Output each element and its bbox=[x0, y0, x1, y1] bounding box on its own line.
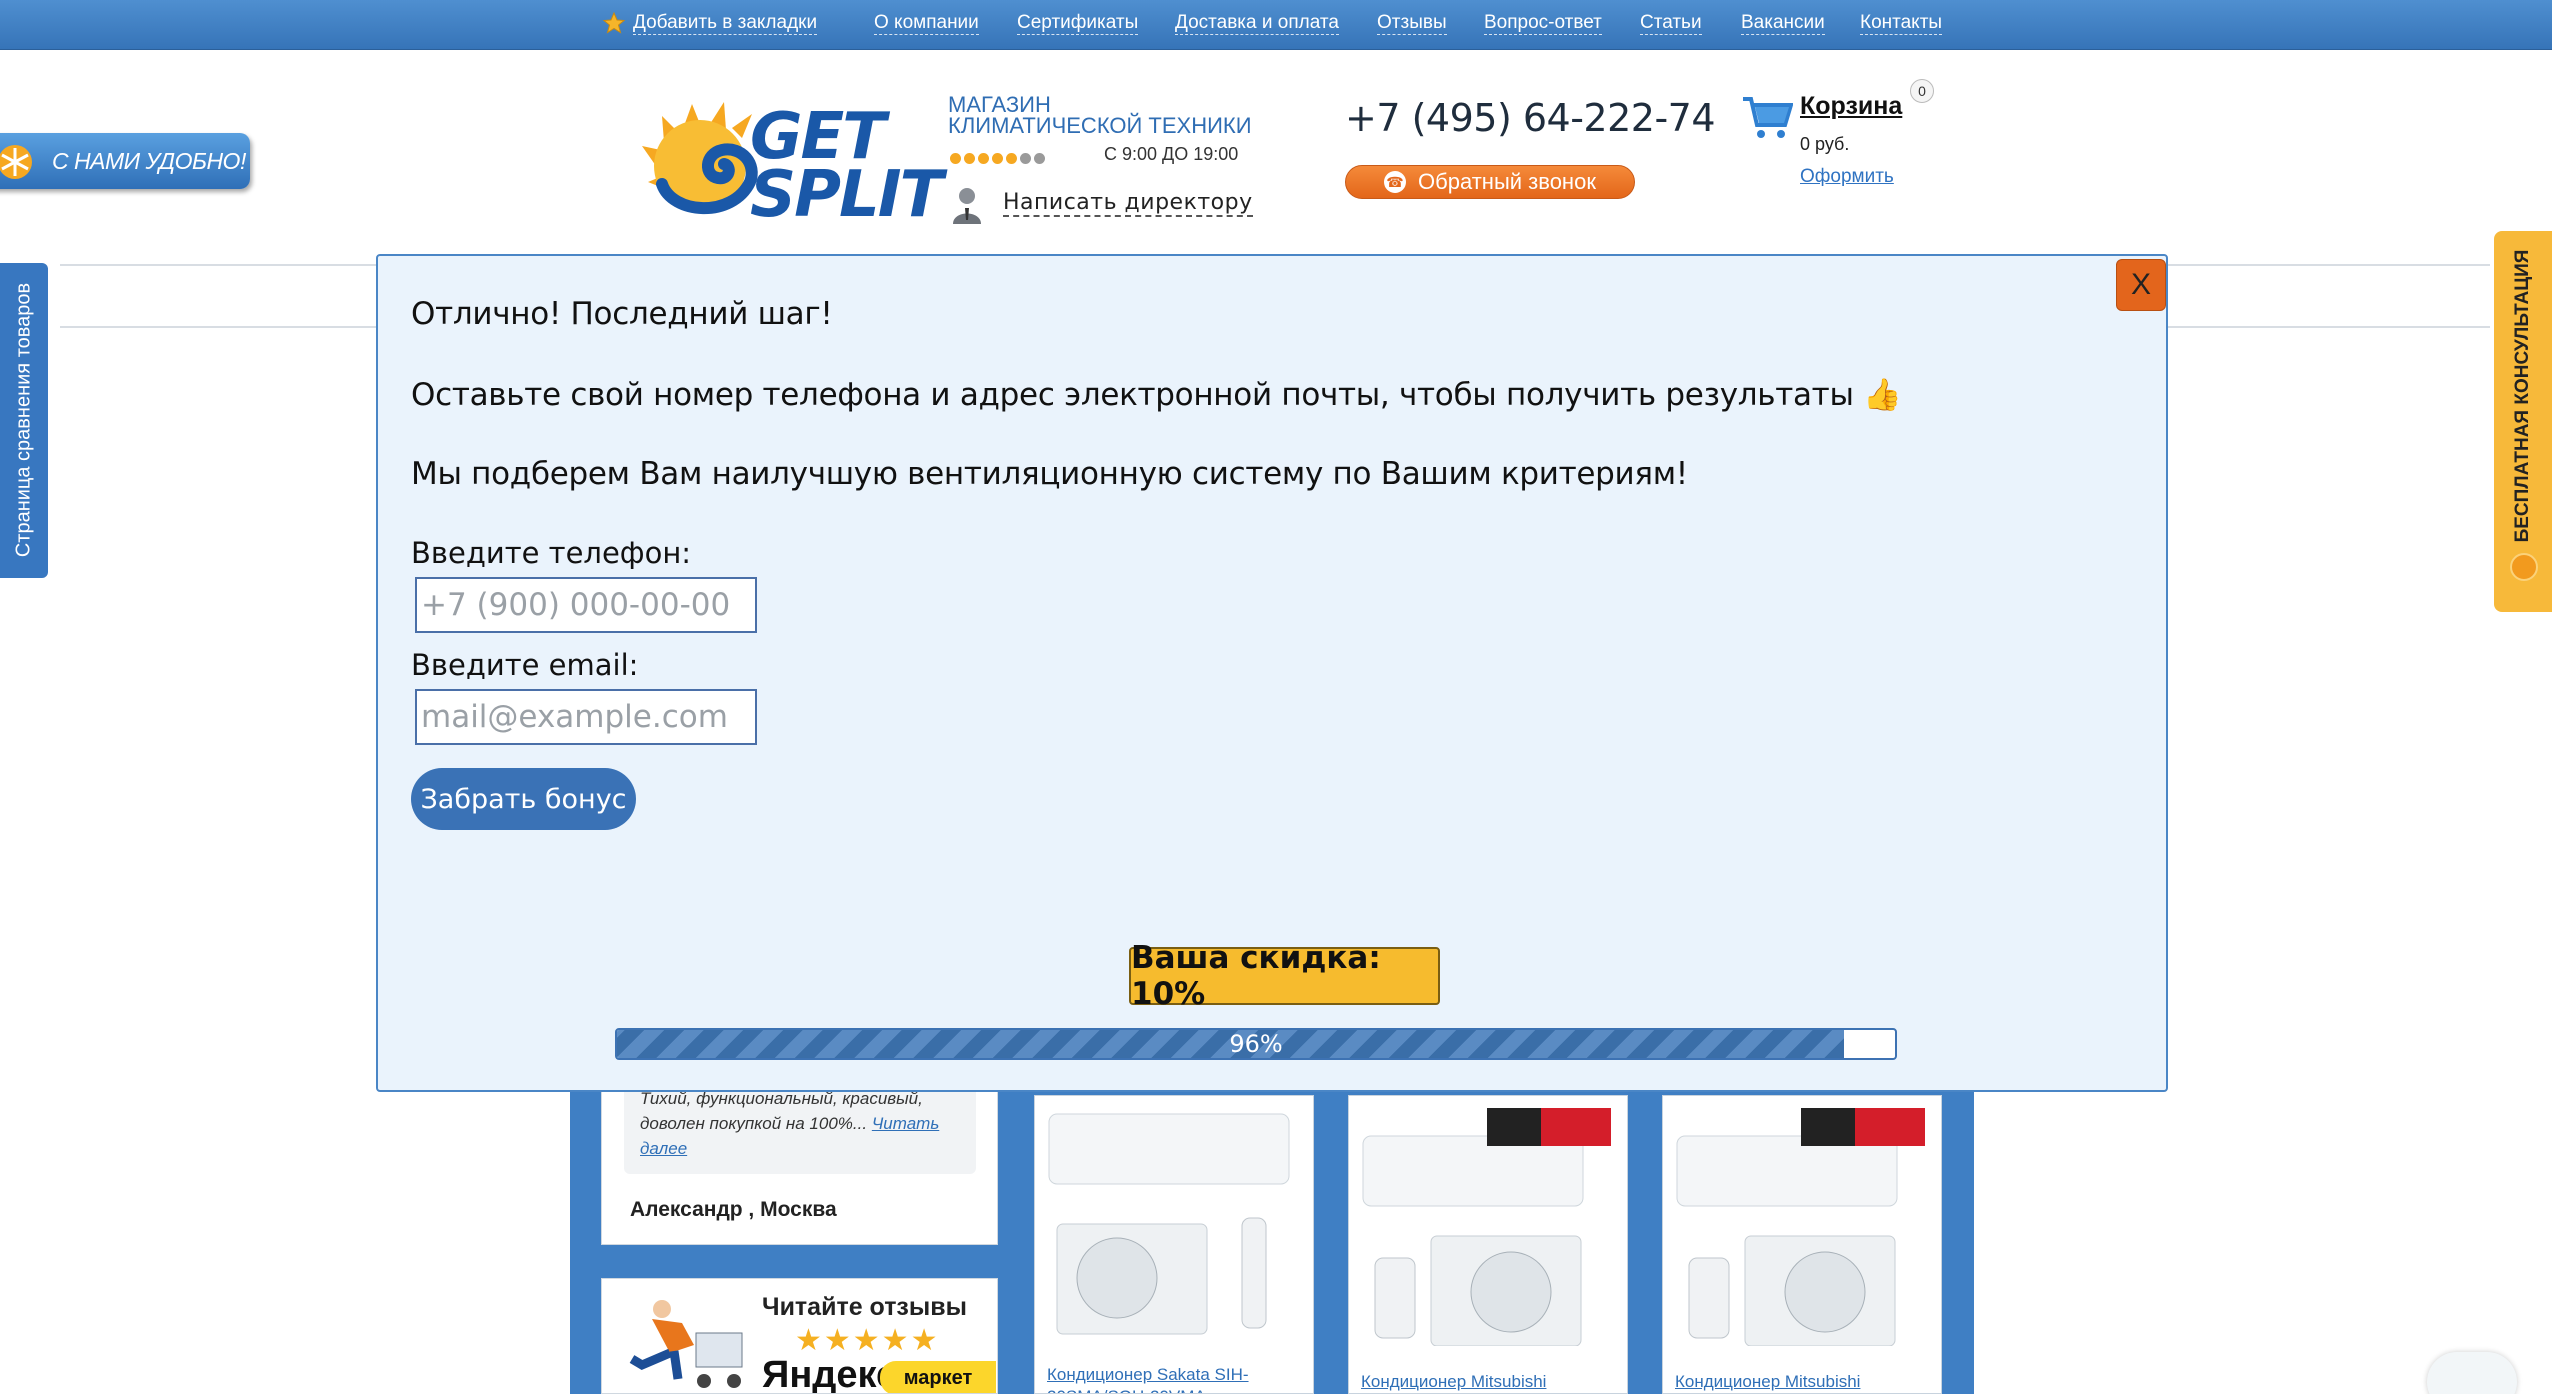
write-director-link[interactable]: Написать директору bbox=[1003, 190, 1253, 217]
yandex-reviews-banner[interactable]: Читайте отзывы ★★★★★ Яндекс маркет bbox=[601, 1278, 998, 1394]
progress-bar: 96% bbox=[615, 1028, 1897, 1060]
product-link[interactable]: Кондиционер Sakata SIH-20SMA/SOH-20VMA bbox=[1047, 1364, 1249, 1393]
nav-vacancies[interactable]: Вакансии bbox=[1741, 12, 1825, 35]
product-card[interactable]: Кондиционер Mitsubishi bbox=[1348, 1095, 1628, 1394]
nav-certificates[interactable]: Сертификаты bbox=[1017, 12, 1139, 35]
chat-widget-button[interactable] bbox=[2427, 1352, 2517, 1394]
work-hours: С 9:00 ДО 19:00 bbox=[1104, 144, 1239, 164]
consultation-icon bbox=[2510, 553, 2538, 581]
product-link[interactable]: Кондиционер Mitsubishi bbox=[1361, 1371, 1546, 1393]
snowflake-icon bbox=[0, 145, 32, 179]
cart-count-badge: 0 bbox=[1910, 79, 1934, 103]
air-conditioner-image bbox=[1676, 1108, 1925, 1346]
yandex-logo-text: Яндекс bbox=[762, 1354, 898, 1394]
logo-text[interactable]: GET SPLIT bbox=[750, 105, 943, 227]
compare-products-tab[interactable]: Страница сравнения товаров bbox=[0, 263, 48, 578]
review-author: Александр , Москва bbox=[630, 1198, 837, 1221]
cart-icon[interactable] bbox=[1741, 93, 1793, 141]
free-consultation-tab[interactable]: БЕСПЛАТНАЯ КОНСУЛЬТАЦИЯ bbox=[2494, 231, 2552, 612]
email-label: Введите email: bbox=[411, 648, 639, 682]
phone-input[interactable] bbox=[415, 577, 757, 633]
nav-articles[interactable]: Статьи bbox=[1640, 12, 1702, 35]
shop-title: МАГАЗИН КЛИМАТИЧЕСКОЙ ТЕХНИКИ bbox=[948, 92, 1252, 138]
nav-reviews[interactable]: Отзывы bbox=[1377, 12, 1447, 35]
review-card: Тихий, функциональный, красивый, доволен… bbox=[601, 1085, 998, 1245]
product-card[interactable]: Кондиционер Mitsubishi bbox=[1662, 1095, 1942, 1394]
director-avatar-icon bbox=[953, 188, 981, 224]
star-icon bbox=[602, 11, 626, 34]
rating-dots bbox=[950, 151, 1048, 169]
convenience-banner[interactable]: С НАМИ УДОБНО! bbox=[0, 133, 250, 189]
nav-delivery[interactable]: Доставка и оплата bbox=[1175, 12, 1339, 35]
rating-stars: ★★★★★ bbox=[795, 1324, 940, 1357]
bookmark-link[interactable]: Добавить в закладки bbox=[633, 12, 818, 35]
cart-link[interactable]: Корзина bbox=[1800, 92, 1902, 121]
market-badge: маркет bbox=[880, 1361, 996, 1393]
product-card[interactable]: Кондиционер Sakata SIH-20SMA/SOH-20VMA bbox=[1034, 1095, 1314, 1394]
review-text: Тихий, функциональный, красивый, доволен… bbox=[624, 1086, 976, 1174]
close-modal-button[interactable]: X bbox=[2116, 259, 2166, 311]
checkout-link[interactable]: Оформить bbox=[1800, 166, 1894, 188]
claim-bonus-button[interactable]: Забрать бонус bbox=[411, 768, 636, 830]
modal-instruction: Оставьте свой номер телефона и адрес эле… bbox=[411, 377, 1902, 413]
nav-faq[interactable]: Вопрос-ответ bbox=[1484, 12, 1602, 35]
progress-text: 96% bbox=[1229, 1030, 1283, 1058]
cart-sum: 0 руб. bbox=[1800, 134, 1850, 154]
product-link[interactable]: Кондиционер Mitsubishi bbox=[1675, 1371, 1860, 1393]
discount-badge: Ваша скидка: 10% bbox=[1129, 940, 1440, 1012]
courier-illustration-icon bbox=[629, 1300, 743, 1388]
phone-label: Введите телефон: bbox=[411, 536, 692, 570]
email-input[interactable] bbox=[415, 689, 757, 745]
nav-contacts[interactable]: Контакты bbox=[1860, 12, 1943, 35]
air-conditioner-image bbox=[1048, 1113, 1290, 1335]
air-conditioner-image bbox=[1362, 1108, 1611, 1346]
nav-about[interactable]: О компании bbox=[874, 12, 979, 35]
quiz-result-modal: X Отлично! Последний шаг! Оставьте свой … bbox=[376, 254, 2168, 1092]
phone-number[interactable]: +7 (495) 64-222-74 bbox=[1345, 96, 1716, 140]
callback-button[interactable]: ☎ Обратный звонок bbox=[1345, 165, 1635, 199]
modal-heading: Отлично! Последний шаг! bbox=[411, 296, 833, 332]
top-navigation: Добавить в закладки О компании Сертифика… bbox=[0, 0, 2552, 50]
modal-description: Мы подберем Вам наилучшую вентиляционную… bbox=[411, 456, 1688, 492]
phone-icon: ☎ bbox=[1384, 171, 1407, 193]
